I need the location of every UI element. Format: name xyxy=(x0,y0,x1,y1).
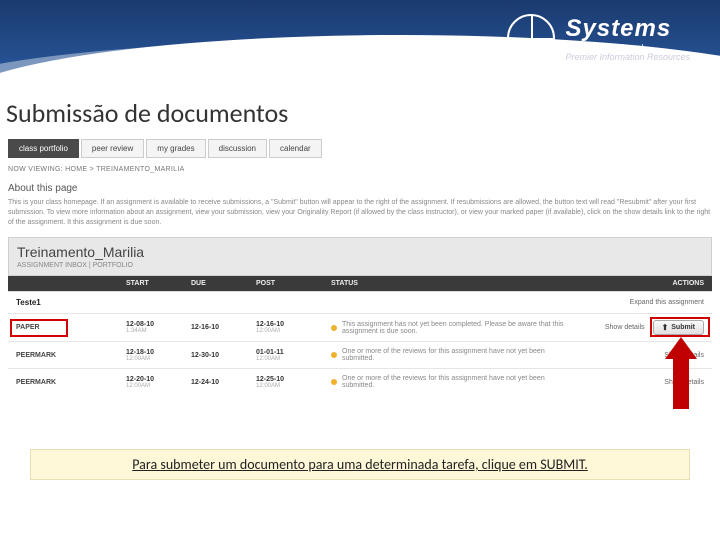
expand-assignment-link[interactable]: Expand this assignment xyxy=(630,299,704,306)
class-title: Treinamento_Marilia xyxy=(17,244,703,260)
class-sub: ASSIGNMENT INBOX | PORTFOLIO xyxy=(17,262,703,269)
row-type: PEERMARK xyxy=(16,379,126,386)
start-date: 12-08-10 xyxy=(126,321,191,328)
due-date: 12-16-10 xyxy=(191,324,256,331)
about-heading: About this page xyxy=(8,183,712,194)
start-time: 1:34AM xyxy=(126,328,191,334)
row-type: PEERMARK xyxy=(16,352,126,359)
upload-icon: ⬆ xyxy=(662,323,669,332)
status-text: One or more of the reviews for this assi… xyxy=(342,348,564,362)
submit-button[interactable]: ⬆Submit xyxy=(653,320,704,335)
page-title: Submissão de documentos xyxy=(0,85,720,139)
col-start: START xyxy=(126,280,191,287)
breadcrumb: NOW VIEWING: HOME > TREINAMENTO_MARILIA xyxy=(8,162,712,177)
globe-icon xyxy=(507,14,555,62)
start-date: 12-18-10 xyxy=(126,349,191,356)
status-dot-icon xyxy=(331,379,337,385)
tab-discussion[interactable]: discussion xyxy=(208,139,267,158)
logo: Systems Link International Premier Infor… xyxy=(507,14,690,62)
arrow-stem xyxy=(673,359,689,409)
table-row: PEERMARK 12-20-1012:00AM 12-24-10 12-25-… xyxy=(8,368,712,395)
assignment-name: Teste1 xyxy=(16,298,41,307)
table-header: START DUE POST STATUS ACTIONS xyxy=(8,276,712,291)
col-actions: ACTIONS xyxy=(564,280,704,287)
assignment-title-row: Teste1 Expand this assignment xyxy=(8,291,712,313)
about-box: About this page This is your class homep… xyxy=(8,177,712,237)
arrow-head-icon xyxy=(665,337,697,359)
tab-bar: class portfolio peer review my grades di… xyxy=(8,139,712,158)
start-time: 12:00AM xyxy=(126,356,191,362)
col-due: DUE xyxy=(191,280,256,287)
class-header: Treinamento_Marilia ASSIGNMENT INBOX | P… xyxy=(8,237,712,276)
tab-peer-review[interactable]: peer review xyxy=(81,139,144,158)
tab-my-grades[interactable]: my grades xyxy=(146,139,205,158)
col-post: POST xyxy=(256,280,321,287)
table-row: PEERMARK 12-18-1012:00AM 12-30-10 01-01-… xyxy=(8,341,712,368)
instruction-caption: Para submeter um documento para uma dete… xyxy=(30,449,690,480)
status-text: One or more of the reviews for this assi… xyxy=(342,375,564,389)
logo-main: Systems xyxy=(565,15,690,43)
post-date: 12-16-10 xyxy=(256,321,321,328)
tab-calendar[interactable]: calendar xyxy=(269,139,322,158)
header-banner: Systems Link International Premier Infor… xyxy=(0,0,720,85)
app-screenshot: class portfolio peer review my grades di… xyxy=(0,139,720,395)
logo-sub2: Premier Information Resources xyxy=(565,52,690,62)
status-dot-icon xyxy=(331,325,337,331)
show-details-link[interactable]: Show details xyxy=(605,324,645,331)
post-time: 12:00AM xyxy=(256,328,321,334)
about-text: This is your class homepage. If an assig… xyxy=(8,198,712,227)
post-date: 01-01-11 xyxy=(256,349,321,356)
status-dot-icon xyxy=(331,352,337,358)
start-date: 12-20-10 xyxy=(126,376,191,383)
row-type: PAPER xyxy=(16,324,126,331)
logo-sub1: Link International xyxy=(565,43,690,52)
tab-class-portfolio[interactable]: class portfolio xyxy=(8,139,79,158)
due-date: 12-24-10 xyxy=(191,379,256,386)
submit-label: Submit xyxy=(671,324,695,331)
arrow-annotation xyxy=(665,337,697,409)
post-time: 12:00AM xyxy=(256,356,321,362)
status-text: This assignment has not yet been complet… xyxy=(342,321,564,335)
start-time: 12:00AM xyxy=(126,383,191,389)
post-date: 12-25-10 xyxy=(256,376,321,383)
col-status: STATUS xyxy=(321,280,564,287)
due-date: 12-30-10 xyxy=(191,352,256,359)
post-time: 12:00AM xyxy=(256,383,321,389)
table-row: PAPER 12-08-101:34AM 12-16-10 12-16-1012… xyxy=(8,313,712,341)
